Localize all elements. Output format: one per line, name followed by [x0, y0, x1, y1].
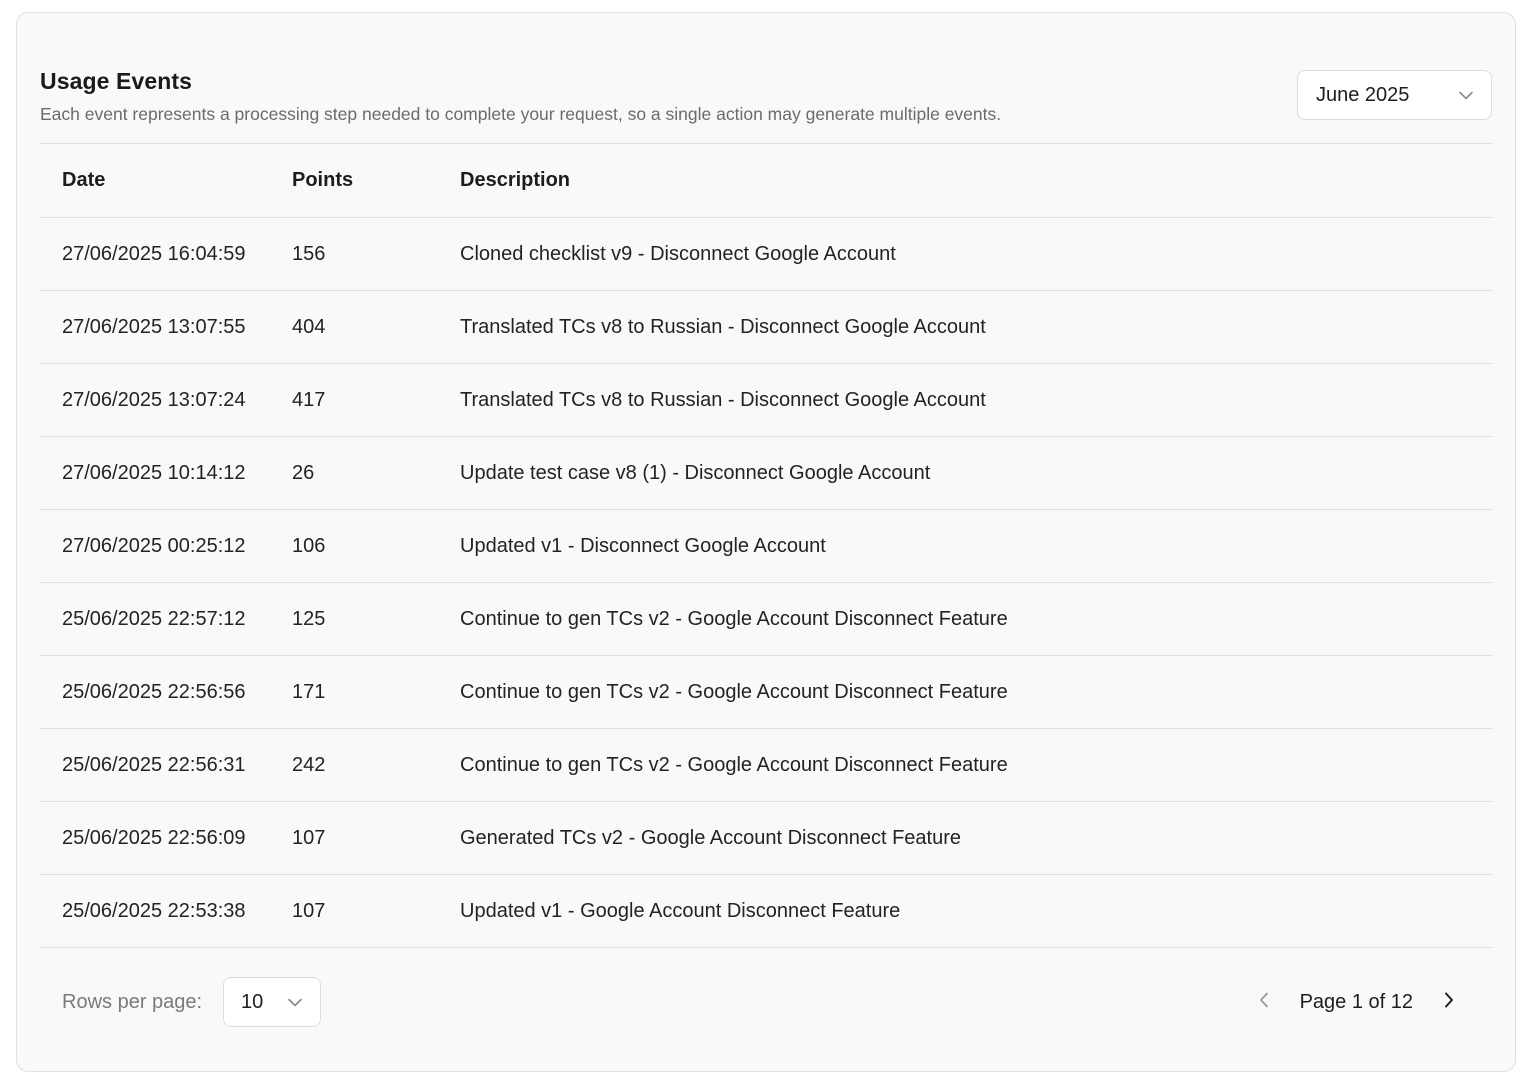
table-row: 27/06/2025 16:04:59 156 Cloned checklist v… — [40, 218, 1493, 291]
cell-date: 27/06/2025 16:04:59 — [62, 242, 246, 265]
cell-date: 27/06/2025 10:14:12 — [62, 461, 246, 484]
cell-date: 27/06/2025 00:25:12 — [62, 534, 246, 557]
table-row: 25/06/2025 22:56:56 171 Continue to gen TC… — [40, 656, 1493, 729]
cell-points: 107 — [292, 899, 326, 922]
table-row: 27/06/2025 00:25:12 106 Updated v1 - Disco… — [40, 510, 1493, 583]
cell-date: 27/06/2025 13:07:55 — [62, 315, 246, 338]
table-row: 25/06/2025 22:53:38 107 Updated v1 - Googl… — [40, 875, 1493, 948]
next-page-button[interactable] — [1435, 988, 1463, 1016]
cell-points: 26 — [292, 461, 315, 484]
cell-date: 25/06/2025 22:56:56 — [62, 680, 246, 703]
cell-points: 156 — [292, 242, 326, 265]
cell-points: 417 — [292, 388, 326, 411]
page-indicator: Page 1 of 12 — [1299, 990, 1413, 1013]
rows-per-page-select[interactable]: 10 — [223, 977, 321, 1027]
rows-per-page-label: Rows per page: — [62, 991, 203, 1013]
cell-points: 106 — [292, 534, 326, 557]
chevron-left-icon — [1259, 992, 1269, 1013]
table-row: 25/06/2025 22:56:09 107 Generated TCs v2 -… — [40, 802, 1493, 875]
cell-description: Update test case v8 (1) - Disconnect Goo… — [460, 461, 931, 484]
cell-points: 404 — [292, 315, 326, 338]
page-subtitle: Each event represents a processing step … — [40, 104, 1002, 124]
cell-description: Translated TCs v8 to Russian - Disconnec… — [460, 315, 986, 338]
cell-points: 125 — [292, 607, 326, 630]
column-header-points: Points — [292, 169, 354, 191]
previous-page-button[interactable] — [1250, 988, 1278, 1016]
cell-date: 27/06/2025 13:07:24 — [62, 388, 246, 411]
cell-date: 25/06/2025 22:56:31 — [62, 753, 246, 776]
cell-description: Translated TCs v8 to Russian - Disconnec… — [460, 388, 986, 411]
cell-description: Updated v1 - Google Account Disconnect F… — [460, 899, 901, 922]
page-title: Usage Events — [40, 68, 193, 94]
month-select-value: June 2025 — [1316, 83, 1410, 106]
usage-events-card: Usage Events Each event represents a pro… — [16, 12, 1516, 1072]
table-row: 27/06/2025 13:07:55 404 Translated TCs v8 … — [40, 291, 1493, 364]
cell-description: Cloned checklist v9 - Disconnect Google … — [460, 242, 896, 265]
cell-points: 171 — [292, 680, 326, 703]
chevron-right-icon — [1444, 992, 1454, 1013]
month-select[interactable]: June 2025 — [1297, 70, 1492, 120]
table-body: 27/06/2025 16:04:59 156 Cloned checklist v… — [40, 218, 1493, 948]
usage-events-table: Date Points Description 27/06/2025 16:04… — [40, 143, 1493, 948]
chevron-down-icon — [288, 995, 302, 1009]
column-header-description: Description — [460, 169, 571, 191]
chevron-down-icon — [1459, 88, 1473, 102]
cell-description: Updated v1 - Disconnect Google Account — [460, 534, 826, 557]
cell-description: Continue to gen TCs v2 - Google Account … — [460, 753, 1008, 776]
table-row: 25/06/2025 22:56:31 242 Continue to gen TC… — [40, 729, 1493, 802]
column-header-date: Date — [62, 169, 106, 191]
cell-date: 25/06/2025 22:57:12 — [62, 607, 246, 630]
table-row: 25/06/2025 22:57:12 125 Continue to gen TC… — [40, 583, 1493, 656]
pagination: Page 1 of 12 — [1250, 977, 1463, 1027]
cell-points: 107 — [292, 826, 326, 849]
cell-date: 25/06/2025 22:56:09 — [62, 826, 246, 849]
table-header-row: Date Points Description — [40, 144, 1493, 218]
cell-description: Generated TCs v2 - Google Account Discon… — [460, 826, 962, 849]
table-footer: Rows per page: 10 Page 1 of 12 — [40, 977, 1493, 1029]
cell-date: 25/06/2025 22:53:38 — [62, 899, 246, 922]
cell-points: 242 — [292, 753, 326, 776]
table-row: 27/06/2025 10:14:12 26 Update test case v8… — [40, 437, 1493, 510]
table-row: 27/06/2025 13:07:24 417 Translated TCs v8 … — [40, 364, 1493, 437]
cell-description: Continue to gen TCs v2 - Google Account … — [460, 607, 1008, 630]
rows-per-page-value: 10 — [241, 990, 264, 1013]
cell-description: Continue to gen TCs v2 - Google Account … — [460, 680, 1008, 703]
